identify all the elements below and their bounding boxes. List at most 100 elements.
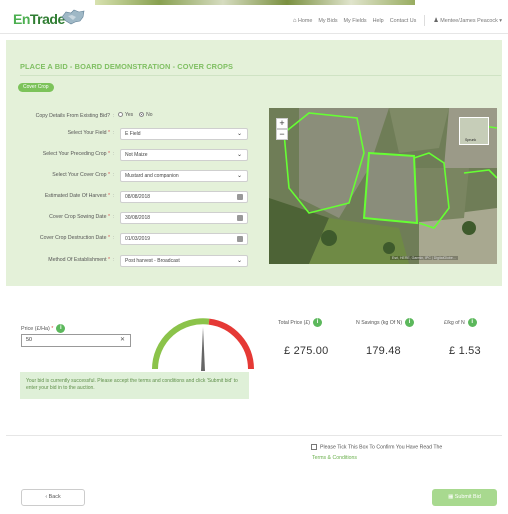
colon: : — [113, 113, 115, 119]
nav-my-bids[interactable]: My Bids — [318, 18, 337, 24]
field-select-value: E Field — [125, 131, 141, 137]
back-arrow-icon: ‹ — [45, 494, 48, 500]
clear-icon[interactable]: ✕ — [120, 335, 125, 346]
copy-details-label: Copy Details From Existing Bid? — [35, 113, 110, 119]
user-icon: ♟ — [433, 18, 439, 24]
field-label: Select Your Field * — [67, 130, 110, 136]
nav-divider — [424, 15, 426, 26]
user-name: Mentee/James Peacock — [440, 18, 498, 24]
crop-type-badge: Cover Crop — [18, 83, 54, 92]
info-icon[interactable]: i — [313, 318, 322, 327]
map-zoom-controls: + − — [276, 118, 288, 140]
nav-my-fields[interactable]: My Fields — [344, 18, 367, 24]
terms-checkbox-label: Please Tick This Box To Confirm You Have… — [320, 444, 443, 451]
destruction-date-row: Cover Crop Destruction Date * : 01/03/20… — [0, 233, 250, 245]
chevron-down-icon: ⌄ — [236, 173, 242, 179]
sowing-date-input[interactable]: 30/08/2018 — [120, 212, 248, 224]
banner-image-strip — [95, 0, 415, 5]
harvest-date-input[interactable]: 08/08/2018 — [120, 191, 248, 203]
info-icon[interactable]: i — [56, 324, 66, 333]
destruction-date-label: Cover Crop Destruction Date * — [39, 235, 110, 241]
colon: : — [113, 130, 115, 136]
submit-button-label: Submit Bid — [454, 494, 481, 500]
map-logo-icon — [61, 9, 85, 25]
back-button-label: Back — [48, 494, 61, 500]
calendar-icon[interactable] — [237, 236, 243, 242]
total-price-value: £ 275.00 — [284, 345, 329, 357]
n-savings-value: 179.48 — [366, 345, 401, 357]
n-savings-label: N Savings (kg Of N) i — [356, 318, 415, 327]
cover-crop-label: Select Your Cover Crop * — [52, 172, 110, 178]
chevron-down-icon: ⌄ — [236, 258, 242, 264]
destruction-date-value: 01/03/2019 — [125, 236, 151, 242]
colon: : — [113, 151, 115, 157]
minimap-label: Sprunk — [465, 138, 477, 142]
map-attribution: Esri, HERE, Garmin, IPC | DigitalGlobe..… — [390, 256, 458, 260]
cover-crop-row: Select Your Cover Crop * : Mustard and c… — [0, 170, 250, 182]
entrade-logo[interactable]: EnTrade — [13, 11, 65, 27]
sowing-date-label: Cover Crop Sowing Date * — [49, 214, 110, 220]
top-header: EnTrade ⌂ Home My Bids My Fields Help Co… — [0, 0, 508, 34]
submit-icon: ▦ — [448, 494, 454, 500]
logo-en: En — [13, 11, 30, 27]
submit-bid-button[interactable]: ▦ Submit Bid — [432, 489, 497, 506]
section-divider — [6, 435, 502, 436]
radio-yes[interactable]: Yes — [118, 112, 133, 118]
radio-no-label: No — [146, 112, 153, 118]
cover-crop-select[interactable]: Mustard and companion ⌄ — [120, 170, 248, 182]
terms-link[interactable]: Terms & Conditions — [312, 455, 357, 461]
nav-help[interactable]: Help — [373, 18, 384, 24]
price-per-kg-label: £/kg of Ni — [444, 318, 477, 327]
preceding-crop-select[interactable]: Not Maize ⌄ — [120, 149, 248, 161]
user-menu[interactable]: ♟ Mentee/James Peacock ▾ — [433, 17, 502, 24]
info-icon[interactable]: i — [405, 318, 415, 327]
back-button[interactable]: ‹ Back — [21, 489, 85, 506]
preceding-crop-label: Select Your Preceding Crop * — [42, 151, 110, 157]
colon: : — [113, 257, 115, 263]
method-select[interactable]: Post harvest - Broadcast ⌄ — [120, 255, 248, 267]
nav-home-label: Home — [297, 17, 313, 24]
harvest-date-row: Estimated Date Of Harvest * : 08/08/2018 — [0, 191, 250, 203]
colon: : — [113, 235, 115, 241]
method-label: Method Of Establishment * — [48, 257, 110, 263]
info-icon[interactable]: i — [467, 318, 477, 327]
cover-crop-value: Mustard and companion — [125, 173, 179, 179]
total-price-label: Total Price (£) i — [278, 318, 322, 327]
price-per-kg-value: £ 1.53 — [449, 345, 481, 357]
title-divider — [20, 75, 501, 76]
colon: : — [113, 193, 115, 199]
colon: : — [113, 172, 115, 178]
chevron-down-icon: ⌄ — [236, 131, 242, 137]
method-row: Method Of Establishment * : Post harvest… — [0, 255, 250, 267]
field-select[interactable]: E Field ⌄ — [120, 128, 248, 140]
nav-contact-us[interactable]: Contact Us — [390, 18, 417, 24]
bid-gauge — [152, 318, 254, 371]
bid-status-alert: Your bid is currently successful. Please… — [20, 372, 249, 399]
calendar-icon[interactable] — [237, 215, 243, 221]
price-input[interactable]: 50 ✕ — [21, 334, 131, 347]
page-title: PLACE A BID - BOARD DEMONSTRATION - COVE… — [20, 62, 234, 71]
preceding-crop-value: Not Maize — [125, 152, 148, 158]
top-navigation: ⌂ Home My Bids My Fields Help Contact Us… — [293, 15, 502, 26]
zoom-out-button[interactable]: − — [276, 129, 288, 140]
radio-no[interactable]: No — [139, 112, 153, 118]
sowing-date-row: Cover Crop Sowing Date * : 30/08/2018 — [0, 212, 250, 224]
method-value: Post harvest - Broadcast — [125, 258, 180, 264]
copy-details-radios: Yes No — [118, 112, 153, 118]
nav-home[interactable]: ⌂ Home — [293, 18, 313, 24]
radio-yes-label: Yes — [125, 112, 134, 118]
radio-yes-circle[interactable] — [118, 112, 123, 118]
harvest-date-value: 08/08/2018 — [125, 194, 151, 200]
zoom-in-button[interactable]: + — [276, 118, 288, 129]
preceding-crop-row: Select Your Preceding Crop * : Not Maize… — [0, 149, 250, 161]
terms-checkbox[interactable] — [311, 444, 317, 450]
colon: : — [113, 214, 115, 220]
home-icon: ⌂ — [292, 17, 297, 24]
destruction-date-input[interactable]: 01/03/2019 — [120, 233, 248, 245]
copy-details-row: Copy Details From Existing Bid? : Yes No — [0, 111, 250, 123]
field-row: Select Your Field * : E Field ⌄ — [0, 128, 250, 140]
radio-no-circle[interactable] — [139, 112, 145, 118]
chevron-down-icon: ⌄ — [236, 152, 242, 158]
price-label: Price (£/Ha) * i — [21, 324, 66, 333]
calendar-icon[interactable] — [237, 194, 243, 200]
